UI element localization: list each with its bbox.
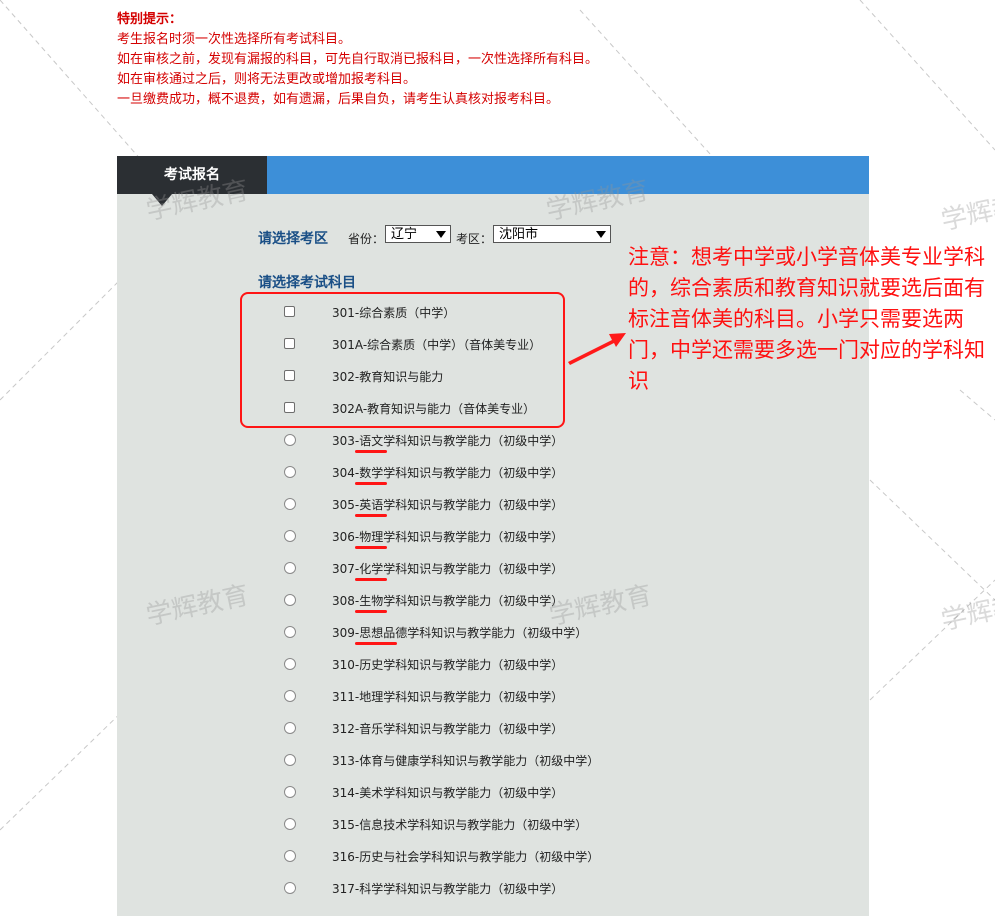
subjects-title: 请选择考试科目 <box>258 275 356 291</box>
highlight-underline <box>355 450 387 453</box>
subject-radio[interactable] <box>284 722 296 734</box>
district-select[interactable]: 沈阳市 <box>493 225 611 243</box>
chevron-down-icon <box>436 231 446 238</box>
subject-label: 303-语文学科知识与教学能力（初级中学） <box>332 434 564 448</box>
subject-label: 314-美术学科知识与教学能力（初级中学） <box>332 786 564 800</box>
subject-label: 305-英语学科知识与教学能力（初级中学） <box>332 498 564 512</box>
subject-radio[interactable] <box>284 434 296 446</box>
subject-label: 307-化学学科知识与教学能力（初级中学） <box>332 562 564 576</box>
notice-title: 特别提示： <box>117 12 183 27</box>
subject-radio[interactable] <box>284 562 296 574</box>
subject-radio[interactable] <box>284 850 296 862</box>
highlight-underline <box>355 482 387 485</box>
subject-radio[interactable] <box>284 530 296 542</box>
province-select[interactable]: 辽宁 <box>385 225 451 243</box>
subject-row[interactable]: 305-英语学科知识与教学能力（初级中学） <box>117 489 869 521</box>
subject-row[interactable]: 314-美术学科知识与教学能力（初级中学） <box>117 777 869 809</box>
subject-radio[interactable] <box>284 690 296 702</box>
subject-label: 308-生物学科知识与教学能力（初级中学） <box>332 594 564 608</box>
subject-label: 310-历史学科知识与教学能力（初级中学） <box>332 658 564 672</box>
highlight-underline <box>355 642 397 645</box>
highlight-box <box>240 292 565 428</box>
subject-row[interactable]: 317-科学学科知识与教学能力（初级中学） <box>117 873 869 905</box>
subject-label: 312-音乐学科知识与教学能力（初级中学） <box>332 722 564 736</box>
province-label: 省份： <box>348 232 385 246</box>
subject-radio[interactable] <box>284 594 296 606</box>
notice-line: 如在审核通过之后，则将无法更改或增加报考科目。 <box>117 72 417 87</box>
highlight-underline <box>355 514 387 517</box>
subject-radio[interactable] <box>284 498 296 510</box>
subject-row[interactable]: 315-信息技术学科知识与教学能力（初级中学） <box>117 809 869 841</box>
subject-row[interactable]: 304-数学学科知识与教学能力（初级中学） <box>117 457 869 489</box>
subject-radio[interactable] <box>284 882 296 894</box>
subject-radio[interactable] <box>284 786 296 798</box>
subject-label: 306-物理学科知识与教学能力（初级中学） <box>332 530 564 544</box>
highlight-underline <box>355 546 387 549</box>
subject-row[interactable]: 312-音乐学科知识与教学能力（初级中学） <box>117 713 869 745</box>
subject-row[interactable]: 311-地理学科知识与教学能力（初级中学） <box>117 681 869 713</box>
subject-row[interactable]: 316-历史与社会学科知识与教学能力（初级中学） <box>117 841 869 873</box>
subject-row[interactable]: 313-体育与健康学科知识与教学能力（初级中学） <box>117 745 869 777</box>
highlight-underline <box>355 578 387 581</box>
subject-radio[interactable] <box>284 626 296 638</box>
annotation-note: 注意：想考中学或小学音体美专业学科的，综合素质和教育知识就要选后面有标注音体美的… <box>628 245 985 393</box>
subject-radio[interactable] <box>284 754 296 766</box>
subject-label: 313-体育与健康学科知识与教学能力（初级中学） <box>332 754 600 768</box>
subject-row[interactable]: 303-语文学科知识与教学能力（初级中学） <box>117 425 869 457</box>
subject-label: 304-数学学科知识与教学能力（初级中学） <box>332 466 564 480</box>
arrow-icon <box>568 333 626 365</box>
subject-row[interactable]: 310-历史学科知识与教学能力（初级中学） <box>117 649 869 681</box>
subject-label: 315-信息技术学科知识与教学能力（初级中学） <box>332 818 588 832</box>
subject-radio[interactable] <box>284 466 296 478</box>
subject-label: 311-地理学科知识与教学能力（初级中学） <box>332 690 564 704</box>
notice-line: 一旦缴费成功，概不退费，如有遗漏，后果自负，请考生认真核对报考科目。 <box>117 92 560 107</box>
subject-label: 317-科学学科知识与教学能力（初级中学） <box>332 882 564 896</box>
subject-label: 309-思想品德学科知识与教学能力（初级中学） <box>332 626 588 640</box>
chevron-down-icon <box>596 231 606 238</box>
subject-row[interactable]: 309-思想品德学科知识与教学能力（初级中学） <box>117 617 869 649</box>
special-notice: 特别提示： 考生报名时须一次性选择所有考试科目。 如在审核之前，发现有漏报的科目… <box>117 10 598 110</box>
subject-label: 316-历史与社会学科知识与教学能力（初级中学） <box>332 850 600 864</box>
highlight-underline <box>355 610 387 613</box>
subject-row[interactable]: 306-物理学科知识与教学能力（初级中学） <box>117 521 869 553</box>
subject-radio[interactable] <box>284 658 296 670</box>
subject-radio[interactable] <box>284 818 296 830</box>
district-value: 沈阳市 <box>499 227 539 242</box>
province-value: 辽宁 <box>391 227 418 242</box>
area-title: 请选择考区 <box>258 231 328 247</box>
district-label: 考区： <box>456 232 493 246</box>
notice-line: 考生报名时须一次性选择所有考试科目。 <box>117 32 352 47</box>
notice-line: 如在审核之前，发现有漏报的科目，可先自行取消已报科目，一次性选择所有科目。 <box>117 52 599 67</box>
